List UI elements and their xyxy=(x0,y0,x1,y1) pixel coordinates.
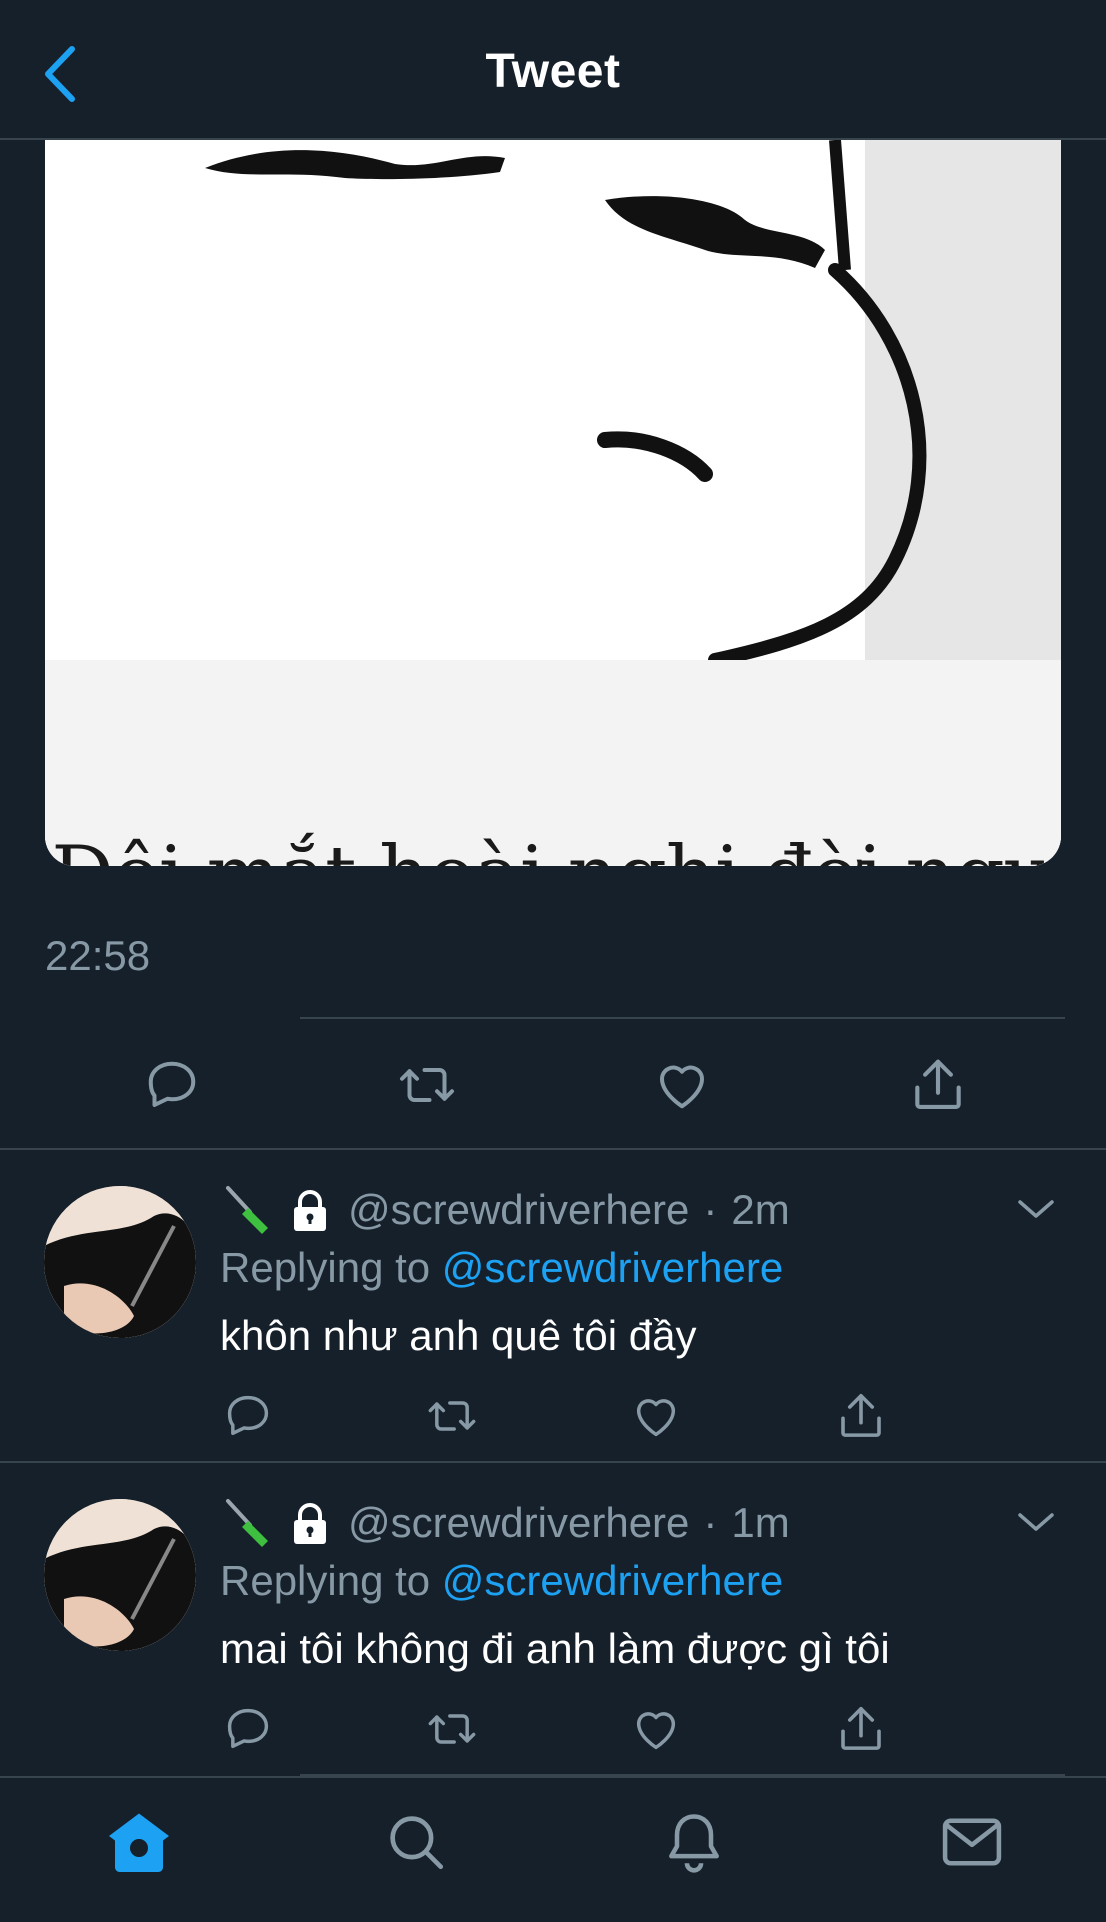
reply-button[interactable] xyxy=(208,1376,288,1456)
reply-header: @screwdriverhere · 2m xyxy=(220,1180,790,1240)
page-title: Tweet xyxy=(485,45,621,98)
retweet-button[interactable] xyxy=(412,1376,492,1456)
tab-search[interactable] xyxy=(366,1792,466,1892)
reply-handle[interactable]: @screwdriverhere xyxy=(348,1186,689,1234)
reply-time: 2m xyxy=(731,1186,790,1233)
retweet-icon xyxy=(400,1068,454,1102)
tab-messages[interactable] xyxy=(922,1792,1022,1892)
like-button[interactable] xyxy=(637,1040,727,1130)
image-caption: Đôi mắt hoài nghi đời người xyxy=(51,830,1061,866)
reply-icon xyxy=(227,1395,269,1436)
mention-link[interactable]: @screwdriverhere xyxy=(442,1557,783,1604)
tweet-timestamp: 22:58 xyxy=(45,932,151,979)
tweet-action-bar xyxy=(0,1040,1106,1130)
reply-tweet[interactable]: @screwdriverhere · 1m Replying to @screw… xyxy=(0,1463,1106,1775)
like-button[interactable] xyxy=(616,1689,696,1769)
tab-notifications[interactable] xyxy=(644,1792,744,1892)
search-icon xyxy=(390,1816,444,1870)
share-button[interactable] xyxy=(821,1376,901,1456)
like-button[interactable] xyxy=(616,1376,696,1456)
notifications-icon xyxy=(669,1814,719,1873)
separator-dot: · xyxy=(703,1499,718,1546)
tweet-image[interactable]: Đôi mắt hoài nghi đời người xyxy=(45,140,1061,866)
more-options-button[interactable] xyxy=(1006,1497,1066,1549)
tab-home[interactable] xyxy=(89,1792,189,1892)
reply-icon xyxy=(148,1061,196,1107)
like-icon xyxy=(660,1065,704,1109)
reply-time: 1m xyxy=(731,1499,790,1546)
avatar[interactable] xyxy=(44,1499,196,1651)
retweet-button[interactable] xyxy=(412,1689,492,1769)
replying-to-line: Replying to @screwdriverhere xyxy=(220,1557,783,1605)
mention-link[interactable]: @screwdriverhere xyxy=(442,1244,783,1291)
reply-text: khôn như anh quê tôi đầy xyxy=(220,1312,697,1359)
share-button[interactable] xyxy=(821,1689,901,1769)
like-icon xyxy=(636,1712,676,1750)
avatar[interactable] xyxy=(44,1186,196,1338)
separator-dot: · xyxy=(703,1186,718,1233)
reply-text: mai tôi không đi anh làm được gì tôi xyxy=(220,1625,890,1672)
retweet-icon xyxy=(428,1401,476,1431)
retweet-button[interactable] xyxy=(382,1040,472,1130)
retweet-icon xyxy=(428,1714,476,1744)
reply-icon xyxy=(227,1708,269,1749)
chevron-down-icon xyxy=(1018,1513,1054,1531)
replying-prefix: Replying to xyxy=(220,1557,431,1604)
share-icon xyxy=(841,1393,881,1437)
more-options-button[interactable] xyxy=(1006,1184,1066,1236)
reply-header: @screwdriverhere · 1m xyxy=(220,1493,790,1553)
share-button[interactable] xyxy=(893,1040,983,1130)
share-icon xyxy=(841,1706,881,1750)
divider xyxy=(300,1017,1065,1019)
chevron-down-icon xyxy=(1018,1200,1054,1218)
replying-to-line: Replying to @screwdriverhere xyxy=(220,1244,783,1292)
screwdriver-icon xyxy=(226,1186,268,1234)
like-icon xyxy=(636,1399,676,1437)
share-icon xyxy=(915,1059,961,1110)
reply-button[interactable] xyxy=(127,1040,217,1130)
bottom-tab-bar xyxy=(0,1776,1106,1922)
reply-button[interactable] xyxy=(208,1689,288,1769)
screwdriver-icon xyxy=(226,1499,268,1547)
lock-icon xyxy=(294,1503,326,1544)
reply-tweet[interactable]: @screwdriverhere · 2m Replying to @screw… xyxy=(0,1150,1106,1462)
home-icon xyxy=(109,1813,169,1872)
reply-action-bar xyxy=(0,1689,1106,1769)
top-nav-bar: Tweet xyxy=(0,0,1106,140)
reply-action-bar xyxy=(0,1376,1106,1456)
lock-icon xyxy=(294,1190,326,1231)
replying-prefix: Replying to xyxy=(220,1244,431,1291)
reply-handle[interactable]: @screwdriverhere xyxy=(348,1499,689,1547)
messages-icon xyxy=(942,1818,1002,1866)
